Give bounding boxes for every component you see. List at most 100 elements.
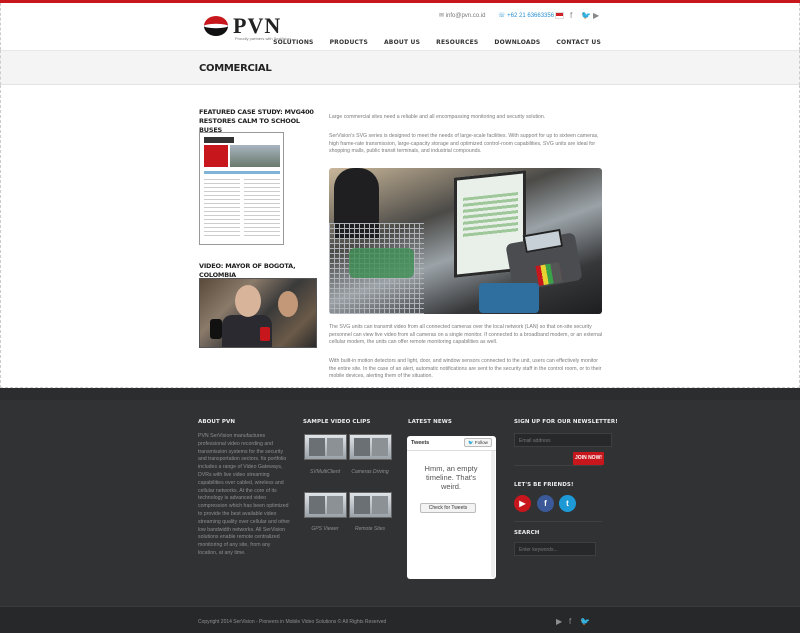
doc-text-line [244,219,280,220]
description-paragraph: SerVision's SVG series is designed to me… [329,133,599,154]
doc-text-line [204,231,240,232]
page-title-bar: COMMERCIAL [0,50,800,85]
doc-text-line [204,207,240,208]
clip-label[interactable]: Remote Sites [345,526,395,533]
footer-divider [514,465,602,466]
doc-text-line [244,203,280,204]
doc-text-line [244,235,280,236]
content-area: FEATURED CASE STUDY: MVG400 RESTORES CAL… [0,85,800,388]
nav-solutions[interactable]: SOLUTIONS [273,39,313,46]
doc-text-line [204,203,240,204]
checkout-pos-photo [329,168,602,314]
facebook-icon[interactable]: f [537,495,554,512]
case-study-title[interactable]: FEATURED CASE STUDY: MVG400 RESTORES CAL… [199,108,314,135]
doc-text-line [244,195,280,196]
youtube-icon[interactable]: ▶ [593,11,599,20]
doc-text-line [244,199,280,200]
clip-thumbnail-remote-sites[interactable] [349,492,392,518]
nav-about-us[interactable]: ABOUT US [384,39,420,46]
intro-paragraph: Large commercial sites need a reliable a… [329,114,546,120]
doc-text-line [204,219,240,220]
header-email[interactable]: ✉ info@pvn.co.id [439,12,485,19]
twitter-icon[interactable]: t [559,495,576,512]
site-header: PVN Proudly partners with SerVision ✉ in… [0,3,800,50]
doc-text-line [204,183,240,184]
doc-text-line [204,187,240,188]
footer [0,400,800,606]
case-study-document-thumbnail[interactable] [199,132,284,245]
header-phone[interactable]: ☏ +62 21 63663356 [498,12,554,19]
doc-header [204,137,234,143]
footer-divider [514,521,602,522]
doc-blue-line [204,171,280,174]
video-thumbnail[interactable] [199,278,317,348]
doc-text-line [244,183,280,184]
doc-text-line [244,211,280,212]
follow-button[interactable]: 🐦 Follow [464,438,492,447]
clip-thumbnail-cameras-driving[interactable] [349,434,392,460]
doc-text-line [244,179,280,180]
nav-resources[interactable]: RESOURCES [436,39,478,46]
divider [407,450,496,451]
tweets-label: Tweets [411,440,430,446]
doc-text-line [204,179,240,180]
doc-text-line [204,191,240,192]
footer-search-input[interactable]: Enter keywords... [514,542,596,556]
clip-label[interactable]: GPS Viewer [300,526,350,533]
join-now-button[interactable]: JOIN NOW! [573,452,604,465]
clip-thumbnail-svmulticlient[interactable] [304,434,347,460]
youtube-icon[interactable]: ▶ [556,617,562,626]
doc-text-line [204,227,240,228]
doc-text-line [244,227,280,228]
doc-text-line [204,223,240,224]
nav-downloads[interactable]: DOWNLOADS [494,39,540,46]
check-for-tweets-button[interactable]: Check for Tweets [420,503,476,513]
doc-text-line [244,187,280,188]
microphone [210,319,222,339]
doc-text-line [244,223,280,224]
microphone [260,327,270,341]
phone-text: +62 21 63663356 [507,13,555,19]
footer-friends-title: LET'S BE FRIENDS! [514,482,574,488]
nav-contact-us[interactable]: CONTACT US [556,39,601,46]
doc-text-line [204,235,240,236]
twitter-icon[interactable]: 🐦 [580,617,590,626]
footer-about-text: PVN SerVision manufactures professional … [198,433,290,556]
footer-search-title: SEARCH [514,530,540,536]
doc-text-line [204,215,240,216]
footer-news-title: LATEST NEWS [408,419,452,425]
newsletter-email-input[interactable]: Email address [514,433,612,447]
doc-text-line [204,199,240,200]
twitter-icon[interactable]: 🐦 [581,11,591,20]
video-figure [235,285,261,317]
footer-clips-title: SAMPLE VIDEO CLIPS [303,419,371,425]
indonesia-flag-icon[interactable] [555,12,564,19]
photo-terminal-keys [535,262,563,286]
logo-ball-icon [204,16,228,36]
nav-products[interactable]: PRODUCTS [330,39,368,46]
doc-text-line [244,215,280,216]
main-nav: SOLUTIONS PRODUCTS ABOUT US RESOURCES DO… [257,39,601,46]
footer-about-title: ABOUT PVN [198,419,236,425]
doc-text-line [204,211,240,212]
sensors-paragraph: With built-in motion detectors and light… [329,358,602,379]
clip-label[interactable]: SVMultiClient [300,469,350,476]
clip-label[interactable]: Cameras Driving [346,469,394,476]
doc-text-line [244,231,280,232]
clip-thumbnail-gps-viewer[interactable] [304,492,347,518]
facebook-icon[interactable]: f [570,11,572,20]
doc-red-block [204,145,228,167]
twitter-icon: 🐦 [468,440,474,445]
doc-photo [230,145,280,167]
email-text: info@pvn.co.id [445,13,486,19]
empty-timeline-message: Hmm, an empty timeline. That's weird. [424,464,478,491]
lan-paragraph: The SVG units can transmit video from al… [329,324,603,345]
youtube-icon[interactable]: ▶ [514,495,531,512]
timeline-scrollbar[interactable] [491,451,495,577]
photo-cart-basket [349,248,414,278]
page-title: COMMERCIAL [199,63,272,74]
copyright-text: Copyright 2014 SerVision - Pioneers in M… [198,619,387,625]
doc-text-line [244,191,280,192]
doc-text-line [244,207,280,208]
facebook-icon[interactable]: f [569,617,571,626]
